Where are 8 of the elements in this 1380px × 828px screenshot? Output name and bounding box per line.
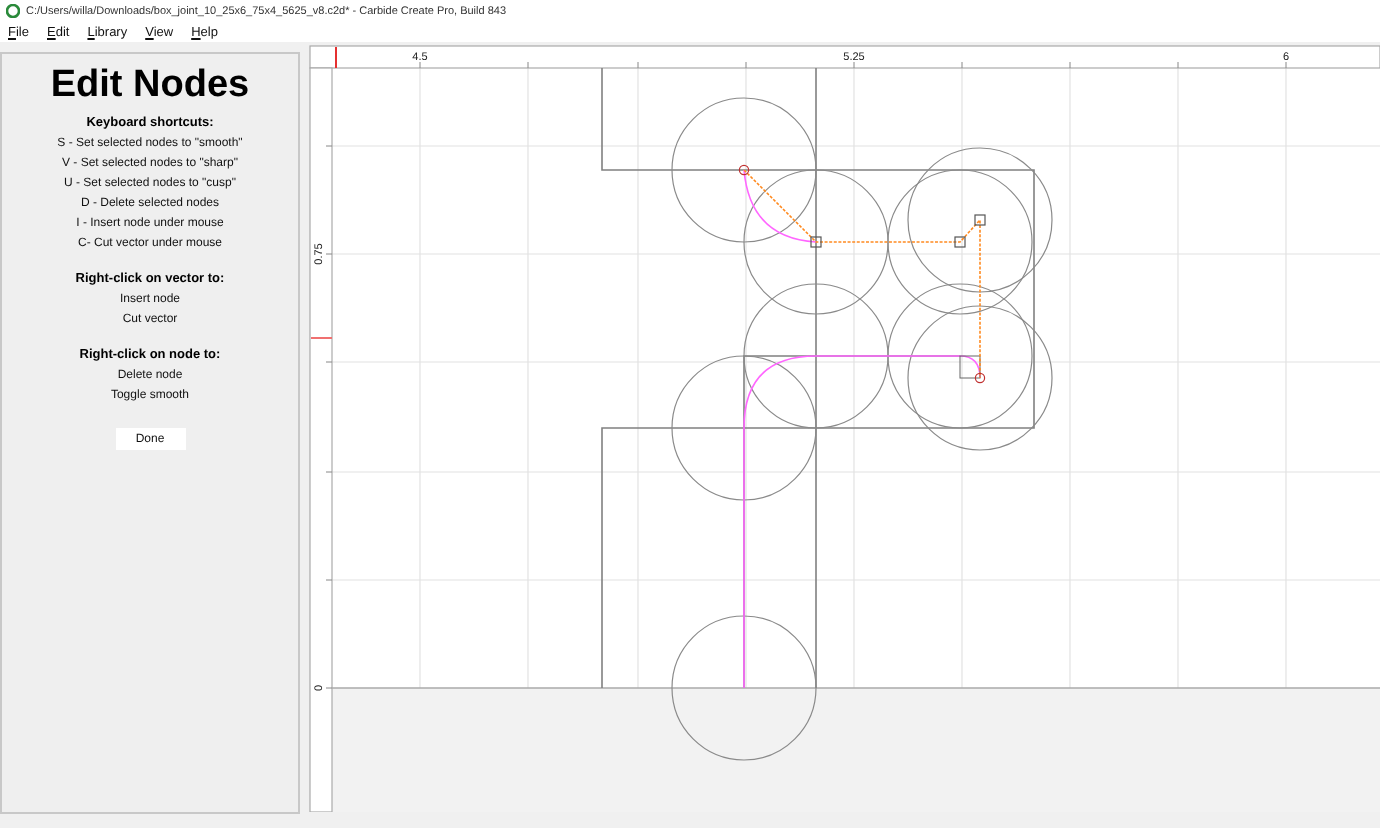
node-handle[interactable]	[810, 236, 822, 248]
cursor-marker	[335, 47, 337, 68]
node-handle[interactable]	[738, 164, 750, 176]
node-handle[interactable]	[974, 372, 986, 384]
corner-marker	[959, 355, 981, 379]
panel-title: Edit Nodes	[50, 64, 250, 108]
app-icon	[6, 4, 20, 18]
cursor-marker	[311, 337, 332, 339]
